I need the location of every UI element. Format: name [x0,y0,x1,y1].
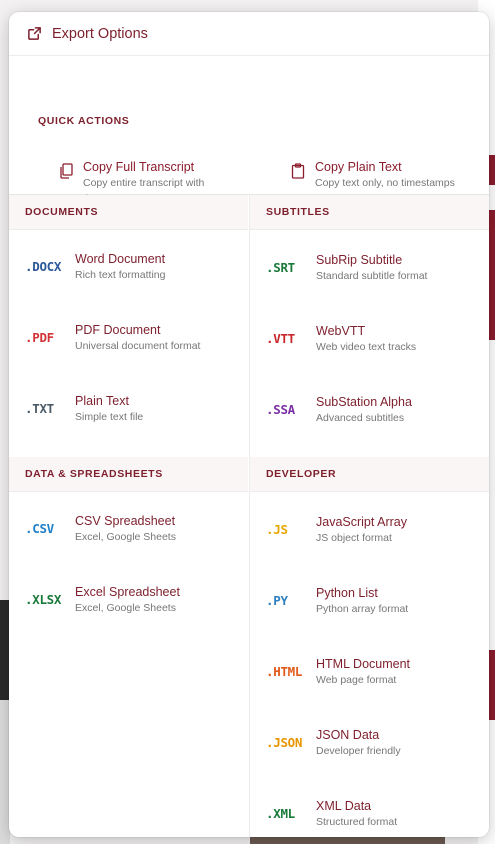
copy-plain-text-button[interactable]: Copy Plain Text Copy text only, no times… [291,159,455,191]
pdf-title: PDF Document [75,322,161,337]
right-column: SUBTITLES .SRT SubRip Subtitle Standard … [249,195,489,837]
csv-desc: Excel, Google Sheets [75,530,176,543]
panel-title: Export Options [52,25,148,42]
vtt-extension: .VTT [266,331,295,346]
export-options-panel: Export Options QUICK ACTIONS Copy Full T… [9,12,489,837]
export-csv-button[interactable]: .CSV CSV Spreadsheet Excel, Google Sheet… [9,493,248,564]
export-vtt-button[interactable]: .VTT WebVTT Web video text tracks [250,303,489,374]
export-js-button[interactable]: .JS JavaScript Array JS object format [250,494,489,565]
vtt-title: WebVTT [316,323,366,338]
copy-plain-text-title: Copy Plain Text [315,160,402,174]
html-title: HTML Document [316,656,411,671]
export-txt-button[interactable]: .TXT Plain Text Simple text file [9,373,248,444]
pdf-desc: Universal document format [75,339,201,352]
srt-title: SubRip Subtitle [316,252,403,267]
srt-extension: .SRT [266,260,295,275]
developer-label: DEVELOPER [266,468,337,480]
export-format-grid: DOCUMENTS .DOCX Word Document Rich text … [9,195,489,837]
js-extension: .JS [266,522,288,537]
js-desc: JS object format [316,531,392,544]
html-extension: .HTML [266,664,303,679]
ssa-title: SubStation Alpha [316,394,412,409]
documents-section-header: DOCUMENTS [9,195,248,230]
export-py-button[interactable]: .PY Python List Python array format [250,565,489,636]
developer-section-header: DEVELOPER [250,457,489,492]
export-docx-button[interactable]: .DOCX Word Document Rich text formatting [9,231,248,302]
ssa-extension: .SSA [266,402,295,417]
csv-extension: .CSV [25,521,54,536]
json-title: JSON Data [316,727,380,742]
export-pdf-button[interactable]: .PDF PDF Document Universal document for… [9,302,248,373]
txt-extension: .TXT [25,401,54,416]
data-spreadsheets-label: DATA & SPREADSHEETS [25,468,163,480]
subtitles-label: SUBTITLES [266,206,330,218]
pdf-extension: .PDF [25,330,54,345]
xlsx-title: Excel Spreadsheet [75,584,180,599]
quick-actions-section: QUICK ACTIONS Copy Full Transcript Copy … [9,56,489,205]
xml-extension: .XML [266,806,295,821]
csv-title: CSV Spreadsheet [75,513,176,528]
py-desc: Python array format [316,602,409,615]
copy-full-transcript-title: Copy Full Transcript [83,160,195,174]
left-column: DOCUMENTS .DOCX Word Document Rich text … [9,195,248,837]
txt-desc: Simple text file [75,410,144,423]
clipboard-icon [291,163,305,179]
export-xlsx-button[interactable]: .XLSX Excel Spreadsheet Excel, Google Sh… [9,564,248,635]
srt-desc: Standard subtitle format [316,269,428,282]
export-ssa-button[interactable]: .SSA SubStation Alpha Advanced subtitles [250,374,489,445]
data-spreadsheets-section-header: DATA & SPREADSHEETS [9,457,248,492]
quick-actions-label: QUICK ACTIONS [38,115,130,127]
xlsx-desc: Excel, Google Sheets [75,601,176,614]
txt-title: Plain Text [75,393,129,408]
share-export-icon [27,25,45,43]
vtt-desc: Web video text tracks [316,340,417,353]
export-html-button[interactable]: .HTML HTML Document Web page format [250,636,489,707]
docx-title: Word Document [75,251,166,266]
py-extension: .PY [266,593,288,608]
docx-desc: Rich text formatting [75,268,166,281]
json-desc: Developer friendly [316,744,401,757]
export-xml-button[interactable]: .XML XML Data Structured format [250,778,489,837]
panel-header: Export Options [9,12,489,56]
xml-title: XML Data [316,798,372,813]
copy-plain-text-desc: Copy text only, no timestamps [315,177,455,189]
xlsx-extension: .XLSX [25,592,62,607]
subtitles-section-header: SUBTITLES [250,195,489,230]
xml-desc: Structured format [316,815,398,828]
py-title: Python List [316,585,378,600]
docx-extension: .DOCX [25,259,62,274]
documents-label: DOCUMENTS [25,206,99,218]
ssa-desc: Advanced subtitles [316,411,405,424]
json-extension: .JSON [266,735,303,750]
export-json-button[interactable]: .JSON JSON Data Developer friendly [250,707,489,778]
copy-icon [59,163,73,179]
html-desc: Web page format [316,673,397,686]
export-srt-button[interactable]: .SRT SubRip Subtitle Standard subtitle f… [250,232,489,303]
js-title: JavaScript Array [316,514,408,529]
